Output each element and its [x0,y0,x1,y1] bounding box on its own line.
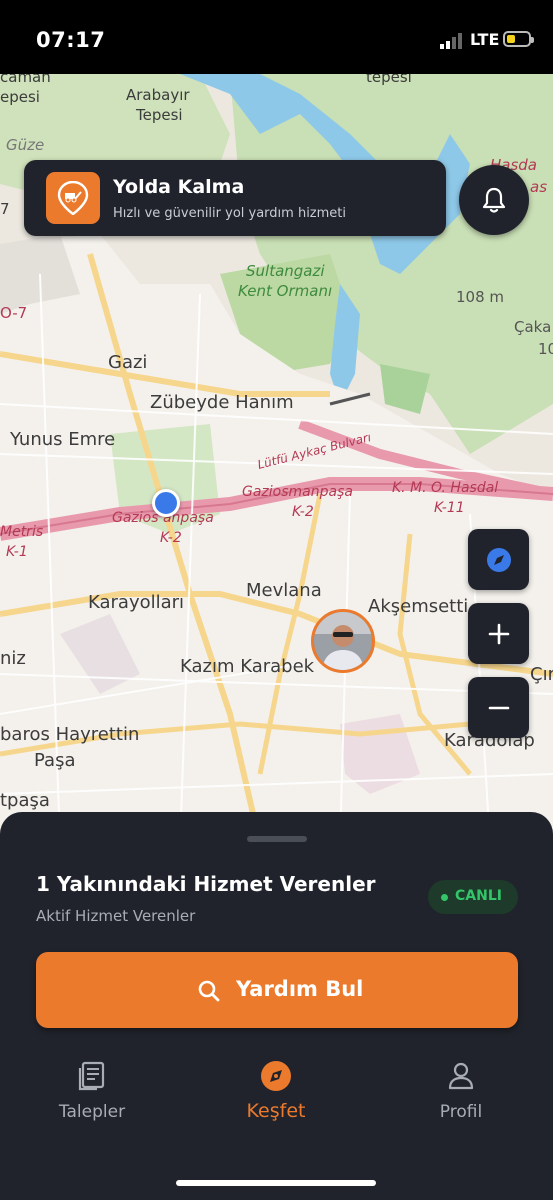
map-label: K-2 [160,530,182,546]
map-label: Karayolları [88,592,185,613]
map-label: Mevlana [246,580,322,601]
map-label: Gazi [108,352,148,373]
map-label: niz [0,648,26,669]
bottom-sheet: 1 Yakınındaki Hizmet Verenler Aktif Hizm… [0,812,553,1200]
find-help-label: Yardım Bul [236,977,364,1001]
zoom-in-button[interactable] [468,603,529,664]
receipt-icon [78,1061,105,1091]
map-label: tepesi [366,74,412,86]
app-header-card: Yolda Kalma Hızlı ve güvenilir yol yardı… [24,160,446,236]
avatar [314,612,372,670]
user-icon [448,1062,474,1090]
plus-icon [488,623,510,645]
map-label: Zübeyde Hanım [150,392,294,413]
home-indicator[interactable] [176,1180,376,1186]
map-label: as [530,178,548,196]
live-badge: CANLI [428,880,518,914]
tab-profile[interactable]: Profil [391,1060,531,1122]
map-label: Çırçır [530,664,553,685]
map-label: Akşemsetti [368,596,469,617]
tab-explore-label: Keşfet [246,1100,306,1122]
provider-avatar-marker[interactable] [311,609,375,673]
live-dot [441,894,448,901]
map-label: Yunus Emre [10,429,116,450]
app-title: Yolda Kalma [113,176,245,198]
map-label: caman [0,74,51,86]
zoom-out-button[interactable] [468,677,529,738]
tow-truck-icon [46,172,100,224]
map-label: 108 m [456,288,505,306]
map-label: Metris [0,524,44,540]
notifications-button[interactable] [459,165,529,235]
map-label: epesi [0,88,40,106]
map-label: Gaziosmanpaşa [242,484,353,500]
map-label: Arabayır [126,86,190,104]
minus-icon [488,706,510,710]
nearby-providers-title: 1 Yakınındaki Hizmet Verenler [36,872,376,896]
map-label: O-7 [0,304,28,322]
search-icon [198,980,220,1002]
bell-icon [482,187,506,213]
tab-profile-label: Profil [439,1102,483,1122]
signal-icon [440,33,462,49]
map-label: K. M. O. Hasdal [392,480,499,496]
map-label: Kent Ormanı [238,282,333,300]
map-label: Paşa [34,750,76,771]
battery-icon [503,31,534,47]
live-badge-label: CANLI [455,888,502,904]
map-label: K-11 [434,500,465,516]
app-subtitle: Hızlı ve güvenilir yol yardım hizmeti [113,206,346,221]
map-label: Sultangazi [246,262,325,280]
compass-icon [261,1061,291,1091]
map-label: K-2 [292,504,314,520]
map-label: K-1 [6,544,28,560]
tab-requests-label: Talepler [58,1102,126,1122]
map-label: baros Hayrettin [0,724,140,745]
network-label: LTE [470,30,500,49]
map-label: 10 [538,340,553,358]
sheet-drag-handle[interactable] [247,836,307,842]
current-location-marker [152,489,180,517]
map-label: Güze [6,136,45,154]
find-help-button[interactable]: Yardım Bul [36,952,518,1028]
compass-icon [487,548,511,572]
map-label: Çaka [514,318,552,336]
active-providers-subtitle: Aktif Hizmet Verenler [36,907,196,925]
tab-explore[interactable]: Keşfet [206,1060,346,1122]
tab-requests[interactable]: Talepler [22,1060,162,1122]
recenter-button[interactable] [468,529,529,590]
map-label: 7 [0,200,10,218]
status-time: 07:17 [36,28,106,52]
map-label: Tepesi [136,106,183,124]
map-label: tpaşa [0,790,50,811]
map-label: Kazım Karabek [180,656,315,677]
status-bar: 07:17 LTE [0,0,553,74]
